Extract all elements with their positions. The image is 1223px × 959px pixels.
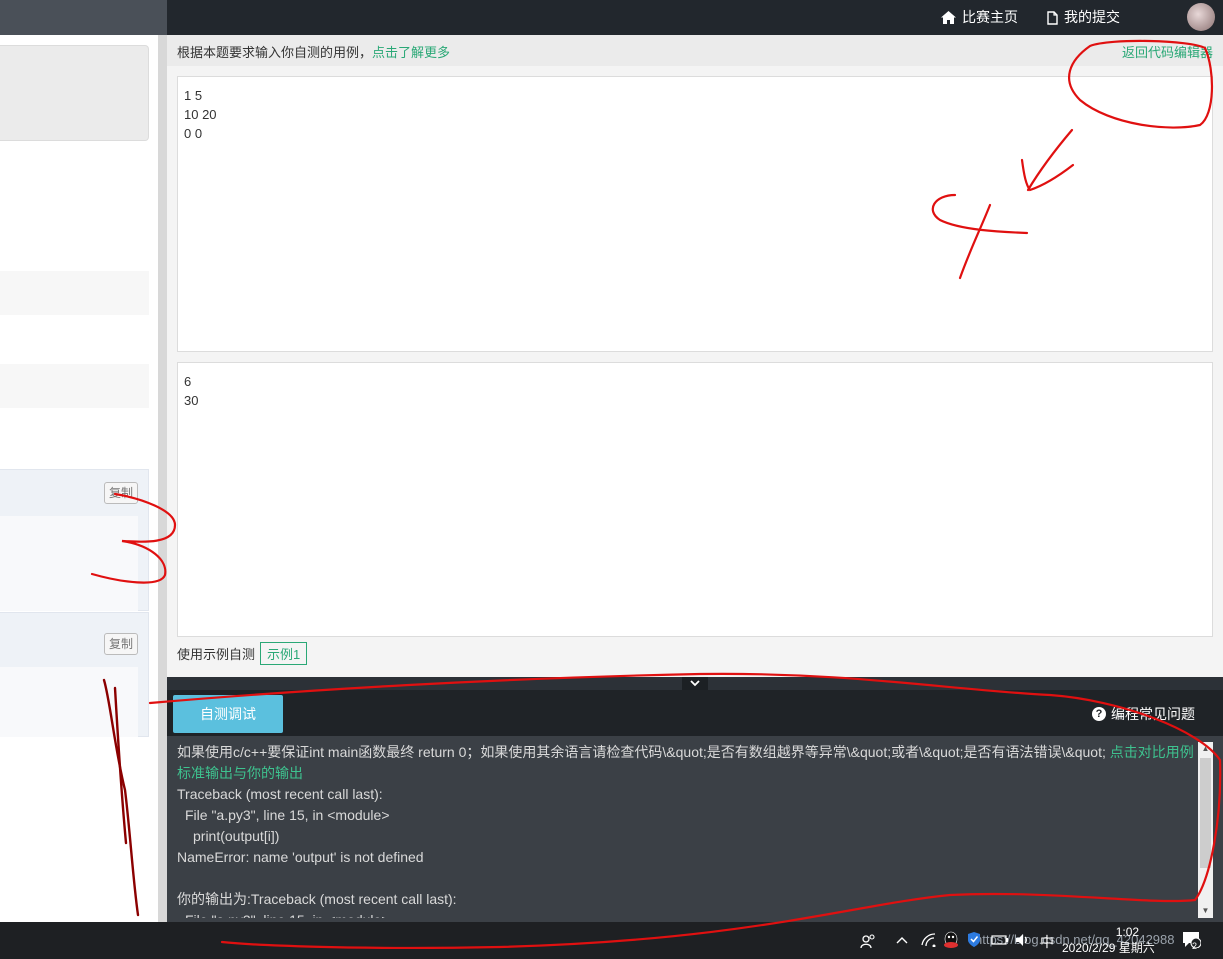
- console-tip-text: 如果使用c/c++要保证int main函数最终 return 0；如果使用其余…: [177, 744, 1106, 760]
- clock-date: 2020/2/29 星期六: [1062, 941, 1155, 955]
- home-icon: [941, 11, 956, 24]
- avatar[interactable]: [1187, 3, 1215, 31]
- hint-description: 根据本题要求输入你自测的用例，: [177, 45, 373, 60]
- problem-pane: 复制 复制: [0, 0, 158, 922]
- pane-resize-handle[interactable]: [158, 35, 167, 922]
- question-icon: ?: [1092, 707, 1106, 721]
- custom-input-textarea[interactable]: 1 5 10 20 0 0: [177, 76, 1213, 352]
- self-test-debug-button[interactable]: 自测调试: [173, 695, 283, 733]
- console-line: File "a.py3", line 15, in <module>: [177, 910, 1195, 918]
- nav-contest-home[interactable]: 比赛主页: [941, 0, 1018, 35]
- faq-label: 编程常见问题: [1111, 706, 1195, 722]
- sample-output-block: 复制: [0, 612, 149, 737]
- learn-more-link[interactable]: 点击了解更多: [372, 45, 450, 60]
- sample-selector-label: 使用示例自测: [177, 647, 256, 662]
- scroll-down-arrow[interactable]: ▼: [1198, 904, 1213, 918]
- custom-test-hint-bar: 根据本题要求输入你自测的用例，点击了解更多 返回代码编辑器: [167, 35, 1223, 66]
- battery-icon[interactable]: [991, 934, 1009, 946]
- scroll-thumb[interactable]: [1200, 758, 1211, 868]
- top-nav: 比赛主页 我的提交: [167, 0, 1223, 35]
- notification-count: 2: [1192, 941, 1198, 951]
- chevron-up-icon[interactable]: [896, 936, 908, 944]
- console-line: print(output[i]): [193, 828, 280, 844]
- debug-console: 自测调试 ? 编程常见问题 如果使用c/c++要保证int main函数最终 r…: [167, 690, 1223, 922]
- sample-selector: 使用示例自测 示例1: [177, 642, 308, 665]
- people-icon[interactable]: [860, 933, 876, 949]
- file-icon: [1047, 10, 1058, 25]
- sample-output-content: [0, 667, 138, 737]
- console-tip: 如果使用c/c++要保证int main函数最终 return 0；如果使用其余…: [177, 742, 1195, 763]
- ime-indicator[interactable]: 中: [1040, 932, 1054, 952]
- console-line: NameError: name 'output' is not defined: [177, 849, 424, 865]
- nav-contest-home-label: 比赛主页: [962, 9, 1018, 25]
- notification-icon: [1183, 932, 1202, 949]
- notification-center-button[interactable]: 2: [1180, 930, 1202, 952]
- copy-button[interactable]: 复制: [104, 482, 138, 504]
- qq-icon[interactable]: [943, 931, 959, 949]
- console-line: 你的输出为:Traceback (most recent call last):: [177, 891, 457, 907]
- sample-input-content: [0, 516, 138, 611]
- collapse-console-button[interactable]: [682, 677, 708, 690]
- volume-icon[interactable]: [1015, 933, 1031, 947]
- chevron-down-icon: [690, 680, 700, 687]
- nav-my-submissions[interactable]: 我的提交: [1047, 0, 1120, 35]
- left-topbar: [0, 0, 167, 35]
- scroll-up-arrow[interactable]: ▲: [1198, 742, 1213, 756]
- sample-input-block: 复制: [0, 469, 149, 611]
- problem-row: [0, 271, 149, 315]
- wifi-icon[interactable]: [921, 933, 937, 947]
- clock-time: 1:02: [1115, 925, 1140, 939]
- system-clock[interactable]: 1:02 2020/2/29 星期六: [1062, 924, 1155, 956]
- shield-icon[interactable]: [967, 931, 981, 948]
- copy-button[interactable]: 复制: [104, 633, 138, 655]
- return-to-editor-link[interactable]: 返回代码编辑器: [1122, 42, 1213, 61]
- console-line: Traceback (most recent call last):: [177, 786, 383, 802]
- nav-my-submissions-label: 我的提交: [1064, 9, 1120, 25]
- programming-faq-link[interactable]: ? 编程常见问题: [1092, 704, 1195, 724]
- custom-output-textarea[interactable]: 6 30: [177, 362, 1213, 637]
- compare-output-link[interactable]: 点击对比用例: [1110, 744, 1194, 760]
- compare-output-link-continued[interactable]: 标准输出与你的输出: [177, 763, 1195, 784]
- console-toolbar: 自测调试 ? 编程常见问题: [167, 690, 1223, 736]
- console-collapse-bar: [167, 677, 1223, 690]
- windows-taskbar: https://blog.csdn.net/qq_42042988 中 1:02…: [0, 922, 1223, 959]
- hint-text: 根据本题要求输入你自测的用例，点击了解更多: [177, 42, 450, 61]
- console-scrollbar[interactable]: ▲ ▼: [1198, 742, 1213, 918]
- console-output: 如果使用c/c++要保证int main函数最终 return 0；如果使用其余…: [177, 742, 1195, 918]
- console-line: File "a.py3", line 15, in <module>: [185, 807, 390, 823]
- sample-1-tag[interactable]: 示例1: [260, 642, 308, 665]
- problem-row: [0, 364, 149, 408]
- problem-card: [0, 45, 149, 141]
